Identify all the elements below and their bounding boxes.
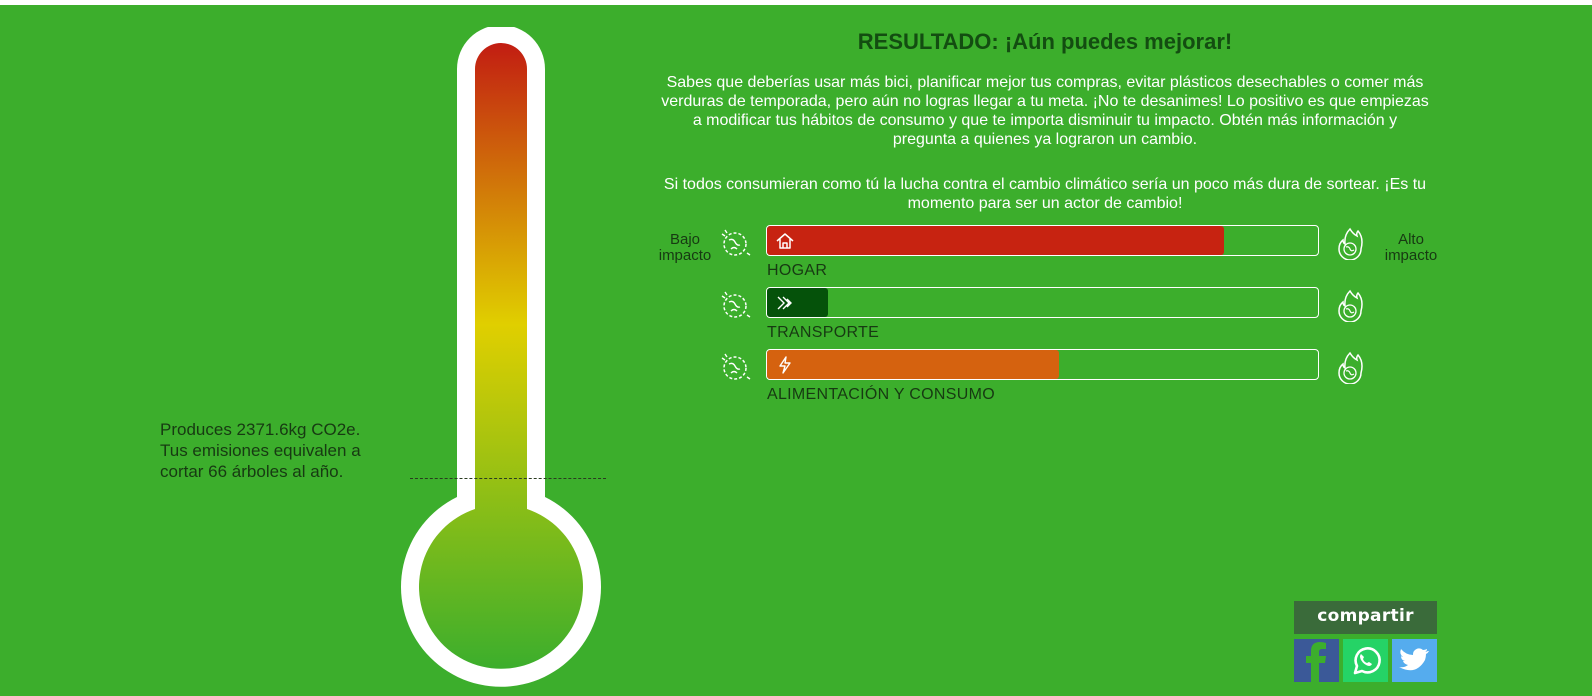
result-panel: Produces 2371.6kg CO2e. Tus emisiones eq… <box>0 5 1592 696</box>
earth-icon <box>721 291 751 318</box>
impact-row-food: ALIMENTACIÓN Y CONSUMO <box>718 349 1378 419</box>
impact-bar-track <box>766 349 1319 380</box>
impact-category-label: HOGAR <box>767 262 828 279</box>
whatsapp-icon <box>1343 639 1388 682</box>
impact-category-label: ALIMENTACIÓN Y CONSUMO <box>767 386 995 403</box>
earth-icon <box>721 229 751 256</box>
earth-icon <box>721 353 751 380</box>
impact-row-home: HOGAR <box>718 225 1378 295</box>
impact-bar-track <box>766 225 1319 256</box>
high-impact-label-line-2: impacto <box>1384 247 1438 264</box>
low-impact-label: Bajo impacto <box>655 232 715 264</box>
low-impact-label-line-1: Bajo <box>669 231 701 248</box>
whatsapp-share-button[interactable] <box>1343 639 1388 682</box>
impact-category-label: TRANSPORTE <box>767 324 880 341</box>
share-title: compartir <box>1294 601 1437 634</box>
lightning-icon <box>779 356 791 374</box>
low-impact-label-line-2: impacto <box>658 247 712 264</box>
impact-row-transport: TRANSPORTE <box>718 287 1378 357</box>
double-chevron-icon <box>777 296 792 310</box>
high-impact-label-line-1: Alto <box>1398 231 1424 248</box>
twitter-icon <box>1392 639 1437 682</box>
result-call-to-action: Si todos consumieran como tú la lucha co… <box>663 176 1427 212</box>
fire-icon <box>1338 289 1363 322</box>
emissions-line-2: Tus emisiones equivalen a <box>160 441 361 460</box>
emissions-line-1: Produces 2371.6kg CO2e. <box>160 420 361 439</box>
home-icon <box>776 233 794 249</box>
twitter-share-button[interactable] <box>1392 639 1437 682</box>
fire-icon <box>1338 227 1363 260</box>
result-title: RESULTADO: ¡Aún puedes mejorar! <box>857 29 1233 54</box>
impact-bar-fill <box>767 226 1225 255</box>
facebook-icon <box>1294 639 1339 682</box>
thermometer <box>400 27 610 687</box>
emissions-summary: Produces 2371.6kg CO2e. Tus emisiones eq… <box>160 419 400 482</box>
fire-icon <box>1338 351 1363 384</box>
high-impact-label: Alto impacto <box>1380 232 1442 264</box>
impact-bar-track <box>766 287 1319 318</box>
facebook-share-button[interactable] <box>1294 639 1339 682</box>
impact-bar-fill <box>767 350 1060 379</box>
thermometer-marker-line <box>410 478 606 479</box>
share-icons <box>1294 639 1437 682</box>
result-description: Sabes que deberías usar más bici, planif… <box>661 74 1429 148</box>
emissions-line-3: cortar 66 árboles al año. <box>160 462 344 481</box>
share-panel: compartir <box>1294 601 1437 682</box>
